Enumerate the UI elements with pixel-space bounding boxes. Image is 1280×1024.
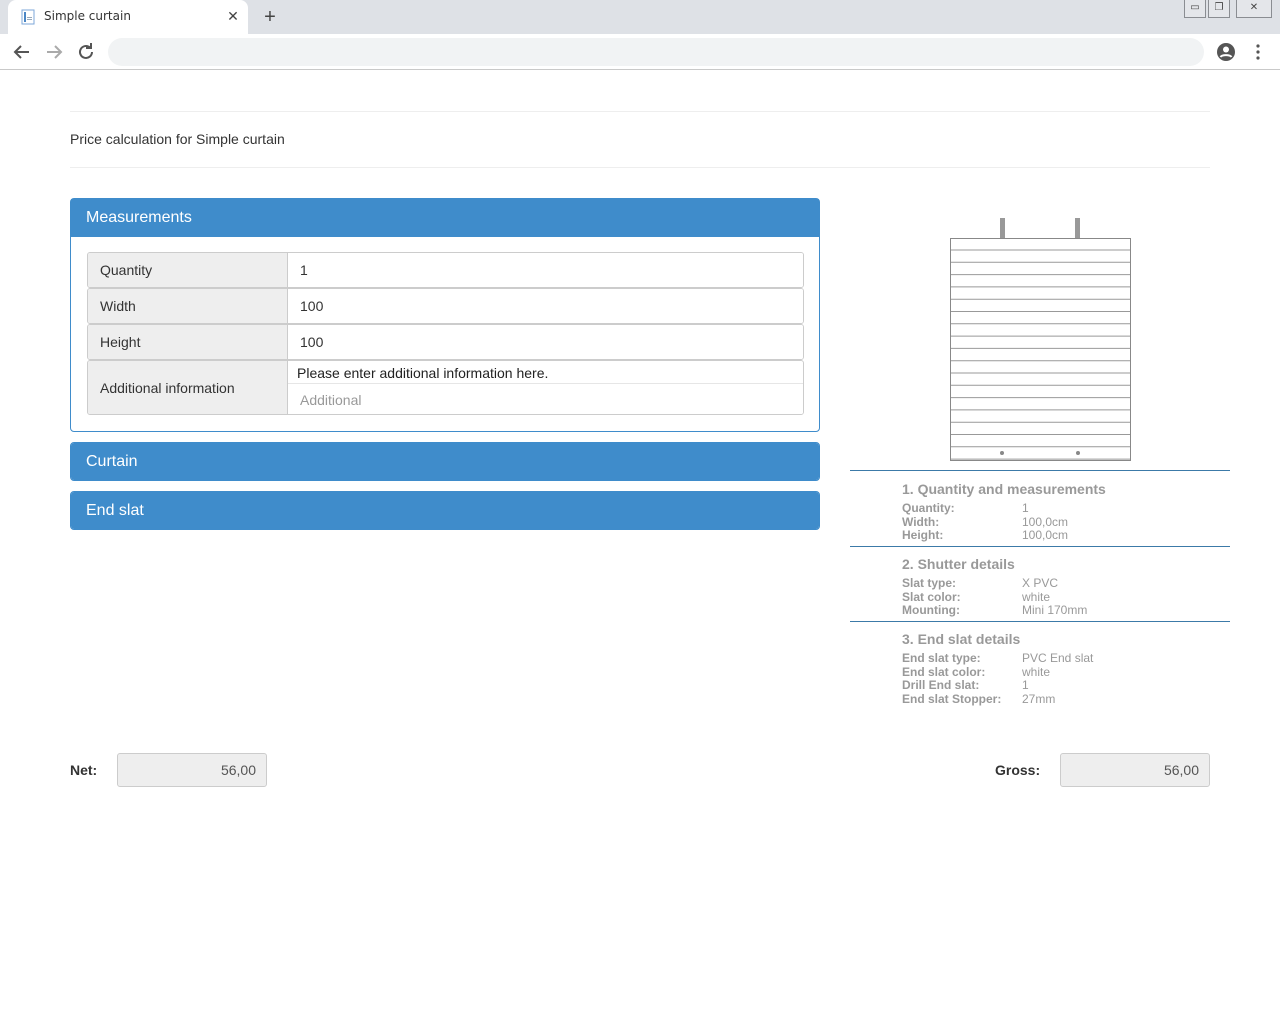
slat-group <box>950 249 1131 460</box>
summary-row: Width: 100,0cm <box>902 515 1202 529</box>
summary-row: Slat type: X PVC <box>902 576 1202 590</box>
gross-label: Gross: <box>995 762 1041 778</box>
end-slat-panel: End slat <box>70 491 820 530</box>
additional-info-row: Additional information Please enter addi… <box>87 360 804 415</box>
summary-value: white <box>1022 589 1051 604</box>
summary-value: Mini 170mm <box>1022 603 1088 617</box>
restore-window-button[interactable]: ❐ <box>1208 0 1230 18</box>
summary-key: Slat type: <box>902 576 957 590</box>
summary-row: Mounting: Mini 170mm <box>902 603 1202 617</box>
summary-key: Width: <box>902 514 940 529</box>
summary-section-measurements: 1. Quantity and measurements Quantity: 1 … <box>902 481 1202 542</box>
account-icon[interactable] <box>1214 40 1238 64</box>
hanger-strap <box>1075 218 1080 238</box>
summary-row: Drill End slat: 1 <box>902 678 1202 692</box>
summary-separator <box>850 546 1230 547</box>
address-bar[interactable] <box>108 38 1204 66</box>
summary-key: Slat color: <box>902 589 961 604</box>
address-input[interactable] <box>108 38 1204 66</box>
summary-value: 27mm <box>1022 691 1056 706</box>
summary-separator <box>850 470 1230 471</box>
summary-key: End slat Stopper: <box>902 691 1002 706</box>
new-tab-button[interactable]: + <box>258 5 282 29</box>
summary-row: End slat type: PVC End slat <box>902 651 1202 665</box>
summary-heading: 2. Shutter details <box>902 556 1015 572</box>
summary-row: Height: 100,0cm <box>902 528 1202 542</box>
forward-arrow-icon[interactable] <box>42 40 66 64</box>
summary-row: Quantity: 1 <box>902 501 1202 515</box>
measurements-heading[interactable]: Measurements <box>71 199 819 237</box>
curtain-frame <box>950 238 1131 461</box>
close-window-button[interactable]: ✕ <box>1236 0 1272 18</box>
height-row: Height <box>87 324 804 360</box>
summary-key: End slat type: <box>902 651 981 665</box>
summary-section-shutter: 2. Shutter details Slat type: X PVC Slat … <box>902 556 1202 617</box>
quantity-label: Quantity <box>88 253 288 287</box>
width-label: Width <box>88 289 288 323</box>
summary-value: 1 <box>1022 501 1029 515</box>
summary-heading: 1. Quantity and measurements <box>902 481 1106 497</box>
additional-info-label: Additional information <box>88 361 288 414</box>
curtain-illustration <box>950 218 1131 461</box>
summary-row: Slat color: white <box>902 590 1202 604</box>
summary-value: X PVC <box>1022 576 1059 590</box>
gross-price-field: 56,00 <box>1060 753 1210 787</box>
net-label: Net: <box>70 762 98 778</box>
summary-heading: 3. End slat details <box>902 631 1021 647</box>
width-row: Width <box>87 288 804 324</box>
summary-value: white <box>1022 664 1051 679</box>
reload-icon[interactable] <box>74 40 98 64</box>
summary-key: Height: <box>902 528 944 542</box>
summary-separator <box>850 621 1230 622</box>
additional-info-input[interactable] <box>288 383 803 414</box>
height-input[interactable] <box>288 325 803 359</box>
summary-key: Quantity: <box>902 501 955 515</box>
summary-key: End slat color: <box>902 664 986 679</box>
net-price-field: 56,00 <box>117 753 267 787</box>
summary-key: Drill End slat: <box>902 678 980 692</box>
summary-key: Mounting: <box>902 603 960 617</box>
additional-info-text: Please enter additional information here… <box>297 365 549 381</box>
document-icon <box>21 9 35 25</box>
summary-row: End slat color: white <box>902 665 1202 679</box>
divider <box>70 111 1210 112</box>
minimize-window-button[interactable]: ▭ <box>1184 0 1206 18</box>
stopper-dot <box>1076 451 1080 455</box>
browser-tab[interactable]: Simple curtain ✕ <box>8 0 248 34</box>
width-input[interactable] <box>288 289 803 323</box>
divider <box>70 167 1210 168</box>
back-arrow-icon[interactable] <box>10 40 34 64</box>
summary-row: End slat Stopper: 27mm <box>902 692 1202 706</box>
page-title: Price calculation for Simple curtain <box>70 131 285 147</box>
hanger-strap <box>1000 218 1005 238</box>
close-tab-icon[interactable]: ✕ <box>224 7 242 25</box>
summary-value: 100,0cm <box>1022 514 1069 529</box>
summary-value: 100,0cm <box>1022 528 1069 542</box>
summary-value: PVC End slat <box>1022 651 1094 665</box>
browser-toolbar <box>0 34 1280 70</box>
quantity-row: Quantity <box>87 252 804 288</box>
quantity-input[interactable] <box>288 253 803 287</box>
stopper-dot <box>1000 451 1004 455</box>
summary-value: 1 <box>1022 678 1029 692</box>
curtain-heading[interactable]: Curtain <box>71 443 819 480</box>
height-label: Height <box>88 325 288 359</box>
tab-title: Simple curtain <box>44 9 131 23</box>
curtain-panel: Curtain <box>70 442 820 481</box>
menu-dots-icon[interactable] <box>1246 40 1270 64</box>
end-slat-heading[interactable]: End slat <box>71 492 819 529</box>
measurements-panel: Measurements Quantity Width Height Addit… <box>70 198 820 432</box>
browser-tab-bar: Simple curtain ✕ + ▭ ❐ ✕ <box>0 0 1280 34</box>
summary-section-end-slat: 3. End slat details End slat type: PVC En… <box>902 631 1202 706</box>
